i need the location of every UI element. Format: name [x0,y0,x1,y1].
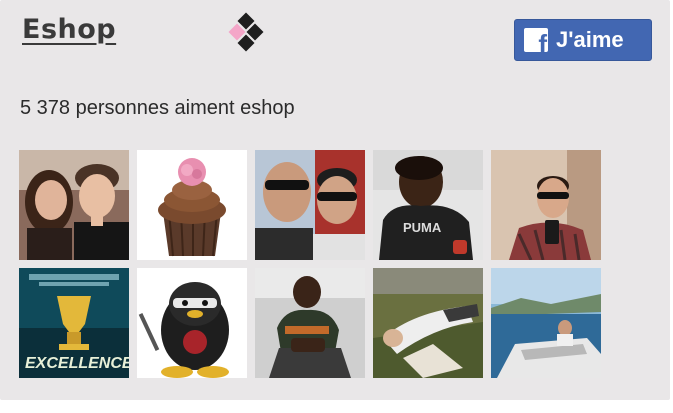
couple-photo-icon[interactable] [19,150,129,260]
svg-text:PUMA: PUMA [403,220,442,235]
like-button-label: J'aime [556,27,624,52]
page-name-link[interactable]: Eshop [22,14,116,45]
facebook-like-box: Eshop f J'aime 5 378 personnes aiment es… [0,0,670,400]
penguin-ninja-photo-icon[interactable] [137,268,247,378]
two-men-sunglasses-photo-icon[interactable] [255,150,365,260]
cupcake-photo-icon[interactable] [137,150,247,260]
svg-text:EXCELLENCE: EXCELLENCE [25,355,129,372]
like-count-text: 5 378 personnes aiment eshop [20,97,295,119]
puma-shirt-photo-icon[interactable]: PUMA [373,150,483,260]
boat-sea-photo-icon[interactable] [491,268,601,378]
like-button[interactable]: f J'aime [514,19,652,61]
man-sitting-photo-icon[interactable] [255,268,365,378]
eshop-logo-icon [228,12,264,52]
friends-grid: PUMA EXCELLENCE [19,150,601,378]
selfie-photo-icon[interactable] [491,150,601,260]
excellence-trophy-photo-icon[interactable]: EXCELLENCE [19,268,129,378]
lying-in-grass-photo-icon[interactable] [373,268,483,378]
facebook-icon: f [524,28,548,52]
